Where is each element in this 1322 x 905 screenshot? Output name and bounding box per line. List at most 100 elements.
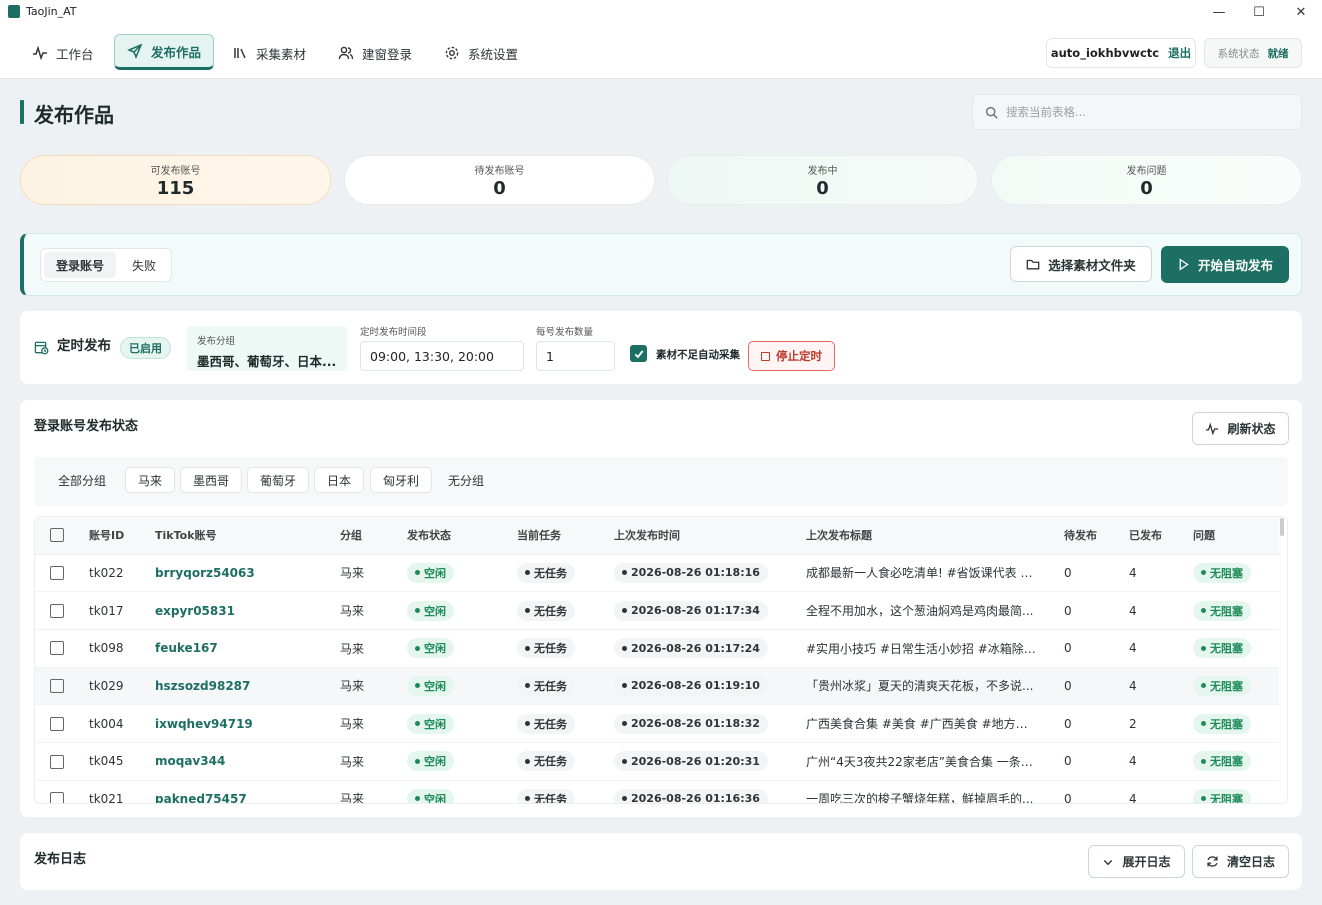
- chevron-down-icon: [1104, 859, 1113, 865]
- col-header[interactable]: 分组: [340, 517, 407, 555]
- tiktok-account[interactable]: feuke167: [155, 641, 218, 655]
- table-row[interactable]: tk029 hszsozd98287 马来 空闲 无任务 2026-08-26 01:19…: [35, 667, 1279, 706]
- nav-item-settings[interactable]: 系统设置: [432, 36, 530, 70]
- last-publish-time-text: 2026-08-26 01:18:16: [631, 566, 760, 580]
- check-icon: [634, 349, 643, 358]
- col-header[interactable]: 已发布: [1129, 517, 1193, 555]
- gear-icon: [445, 46, 459, 60]
- col-header[interactable]: TikTok账号: [155, 517, 340, 555]
- row-checkbox[interactable]: [50, 566, 64, 581]
- per-account-count-input[interactable]: 1: [536, 341, 615, 371]
- clear-log-button[interactable]: 清空日志: [1192, 845, 1289, 878]
- tab-failed[interactable]: 失败: [120, 252, 168, 278]
- tiktok-account[interactable]: hszsozd98287: [155, 679, 250, 693]
- select-folder-button[interactable]: 选择素材文件夹: [1010, 246, 1152, 282]
- tiktok-account[interactable]: expyr05831: [155, 604, 235, 618]
- activity-icon: [1206, 421, 1219, 435]
- published-count: 4: [1129, 742, 1193, 781]
- current-task-badge: 无任务: [517, 675, 575, 696]
- col-header[interactable]: 上次发布时间: [614, 517, 806, 555]
- publish-status-badge: 空闲: [407, 788, 454, 803]
- table-row[interactable]: tk022 brryqorz54063 马来 空闲 无任务 2026-08-26 01:1…: [35, 554, 1279, 593]
- refresh-icon: [1207, 856, 1218, 867]
- publish-status-text: 空闲: [424, 604, 446, 618]
- current-task-badge: 无任务: [517, 713, 575, 734]
- col-header[interactable]: 发布状态: [407, 517, 517, 555]
- filter-ungrouped[interactable]: 无分组: [436, 467, 496, 493]
- filter-all[interactable]: 全部分组: [46, 467, 118, 493]
- nav-item-collect[interactable]: 采集素材: [220, 36, 318, 70]
- last-publish-time-text: 2026-08-26 01:18:32: [631, 717, 760, 731]
- filter-hungary[interactable]: 匈牙利: [370, 467, 433, 493]
- col-header[interactable]: 账号ID: [89, 517, 155, 555]
- table-header-row: 账号ID TikTok账号 分组 发布状态 当前任务 上次发布时间 上次发布标题…: [35, 517, 1279, 555]
- current-task-text: 无任务: [534, 755, 567, 769]
- start-publish-button[interactable]: 开始自动发布: [1161, 246, 1289, 283]
- stat-value: 0: [816, 177, 829, 199]
- tab-login-accounts[interactable]: 登录账号: [44, 252, 117, 278]
- issue-text: 无阻塞: [1210, 566, 1243, 580]
- stop-schedule-label: 停止定时: [776, 349, 822, 363]
- nav-item-publish[interactable]: 发布作品: [114, 34, 215, 70]
- row-checkbox[interactable]: [50, 603, 64, 618]
- last-publish-time-text: 2026-08-26 01:16:36: [631, 792, 760, 804]
- time-slots-label: 定时发布时间段: [360, 327, 427, 338]
- table-row[interactable]: tk004 ixwqhev94719 马来 空闲 无任务 2026-08-26 01:18…: [35, 704, 1279, 743]
- last-publish-title: 「贵州冰浆」夏天的清爽天花板，不多说...: [806, 679, 1034, 694]
- tiktok-account[interactable]: moqav344: [155, 754, 225, 768]
- row-checkbox[interactable]: [50, 679, 64, 694]
- last-publish-title: 广州“4天3夜共22家老店”美食合集 一条视...: [806, 754, 1038, 769]
- nav-item-login[interactable]: 建窗登录: [326, 36, 424, 70]
- row-checkbox[interactable]: [50, 754, 64, 769]
- maximize-button[interactable]: ☐: [1244, 2, 1274, 22]
- filter-portugal[interactable]: 葡萄牙: [247, 467, 310, 493]
- pending-count: 0: [1064, 780, 1129, 803]
- pending-count: 0: [1064, 629, 1129, 668]
- table-row[interactable]: tk021 pakned75457 马来 空闲 无任务 2026-08-26 01:16:…: [35, 780, 1279, 804]
- tiktok-account[interactable]: ixwqhev94719: [155, 717, 253, 731]
- last-publish-time-badge: 2026-08-26 01:20:31: [614, 751, 768, 772]
- group-cell: 马来: [340, 554, 407, 593]
- refresh-status-button[interactable]: 刷新状态: [1192, 412, 1289, 445]
- stat-value: 0: [493, 177, 506, 199]
- table-row[interactable]: tk017 expyr05831 马来 空闲 无任务 2026-08-26 01:17:3…: [35, 591, 1279, 630]
- publish-group-select[interactable]: 发布分组 墨西哥、葡萄牙、日本...: [187, 326, 347, 371]
- col-header[interactable]: 当前任务: [517, 517, 614, 555]
- table-scrollbar[interactable]: [1280, 518, 1284, 536]
- auto-collect-checkbox[interactable]: [630, 345, 647, 362]
- row-checkbox[interactable]: [50, 792, 64, 803]
- nav-item-workbench[interactable]: 工作台: [20, 36, 106, 70]
- expand-log-button[interactable]: 展开日志: [1088, 845, 1185, 878]
- last-publish-title: 广西美食合集 #美食 #广西美食 #地方特色...: [806, 717, 1038, 732]
- table-row[interactable]: tk098 feuke167 马来 空闲 无任务 2026-08-26 01:17:24 #…: [35, 629, 1279, 668]
- current-task-text: 无任务: [534, 642, 567, 656]
- current-task-badge: 无任务: [517, 788, 575, 803]
- status-section-title: 登录账号发布状态: [34, 419, 139, 434]
- select-all-checkbox[interactable]: [50, 528, 64, 543]
- pending-count: 0: [1064, 742, 1129, 781]
- last-publish-title: 全程不用加水，这个葱油焖鸡是鸡肉最简...: [806, 604, 1034, 619]
- filter-mexico[interactable]: 墨西哥: [180, 467, 243, 493]
- publish-status-text: 空闲: [424, 679, 446, 693]
- table-row[interactable]: tk045 moqav344 马来 空闲 无任务 2026-08-26 01:20:31 广…: [35, 742, 1279, 781]
- filter-japan[interactable]: 日本: [314, 467, 365, 493]
- nav-label: 建窗登录: [362, 46, 413, 62]
- tiktok-account[interactable]: brryqorz54063: [155, 566, 255, 580]
- col-header[interactable]: 问题: [1193, 517, 1279, 555]
- row-checkbox[interactable]: [50, 641, 64, 656]
- search-input[interactable]: [1006, 105, 1266, 119]
- filter-malaysia[interactable]: 马来: [125, 467, 176, 493]
- row-checkbox[interactable]: [50, 716, 64, 731]
- col-header[interactable]: 上次发布标题: [806, 517, 1064, 555]
- time-slots-input[interactable]: 09:00, 13:30, 20:00: [360, 341, 524, 371]
- stop-schedule-button[interactable]: 停止定时: [748, 341, 835, 371]
- logout-link[interactable]: 退出: [1168, 45, 1191, 61]
- publish-status-text: 空闲: [424, 566, 446, 580]
- search-box[interactable]: [972, 94, 1302, 130]
- tiktok-account[interactable]: pakned75457: [155, 792, 247, 803]
- play-icon: [1179, 258, 1189, 271]
- minimize-button[interactable]: —: [1204, 2, 1234, 22]
- close-button[interactable]: ✕: [1286, 2, 1316, 22]
- col-header[interactable]: 待发布: [1064, 517, 1129, 555]
- last-publish-time-badge: 2026-08-26 01:16:36: [614, 788, 768, 804]
